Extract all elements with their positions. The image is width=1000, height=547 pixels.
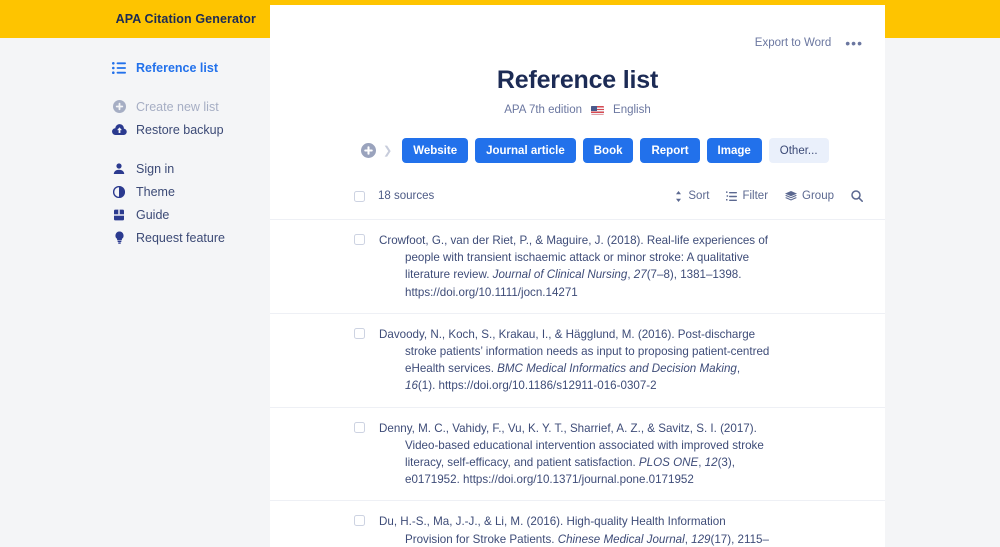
- reference-row[interactable]: Du, H.-S., Ma, J.-J., & Li, M. (2016). H…: [270, 500, 885, 547]
- add-source-icon[interactable]: [360, 142, 377, 159]
- sidebar-item-restore-backup[interactable]: Restore backup: [0, 118, 270, 141]
- sources-count-label: 18 sources: [378, 190, 435, 202]
- reference-list: Crowfoot, G., van der Riet, P., & Maguir…: [270, 219, 885, 547]
- source-type-journal-article-button[interactable]: Journal article: [475, 138, 576, 163]
- cloud-upload-icon: [111, 122, 127, 138]
- chevron-right-icon: ❯: [383, 145, 393, 157]
- reference-row[interactable]: Davoody, N., Koch, S., Krakau, I., & Häg…: [270, 312, 885, 407]
- select-all-checkbox[interactable]: [354, 190, 365, 202]
- sort-label: Sort: [688, 190, 710, 202]
- reference-row[interactable]: Crowfoot, G., van der Riet, P., & Maguir…: [270, 219, 885, 313]
- sidebar-item-reference-list[interactable]: Reference list: [0, 56, 270, 79]
- language-label: English: [613, 104, 651, 116]
- card-header: Export to Word •••: [270, 5, 885, 50]
- list-toolbar: 18 sources Sort Filter Group: [270, 183, 885, 209]
- page-subtitle: APA 7th edition English: [270, 104, 885, 116]
- source-type-report-button[interactable]: Report: [640, 138, 700, 163]
- brand-title: APA Citation Generator: [115, 12, 256, 26]
- sidebar-item-create-new-list[interactable]: Create new list: [0, 95, 270, 118]
- reference-checkbox[interactable]: [354, 234, 365, 245]
- reference-checkbox[interactable]: [354, 421, 365, 433]
- sidebar-item-label: Reference list: [136, 60, 218, 75]
- sidebar: Reference list Create new list Restore b…: [0, 38, 270, 547]
- contrast-icon: [111, 184, 127, 200]
- group-icon: [785, 190, 798, 202]
- sidebar-item-guide[interactable]: Guide: [0, 203, 270, 226]
- sidebar-group-account: Sign in Theme Guide Request feature: [0, 157, 270, 249]
- card-actions: Export to Word •••: [755, 36, 863, 50]
- group-button[interactable]: Group: [785, 190, 834, 202]
- reference-checkbox[interactable]: [354, 327, 365, 339]
- sort-icon: [674, 190, 683, 202]
- sidebar-item-label: Theme: [136, 184, 175, 199]
- lightbulb-icon: [111, 230, 127, 246]
- filter-button[interactable]: Filter: [726, 190, 768, 202]
- reference-text: Du, H.-S., Ma, J.-J., & Li, M. (2016). H…: [379, 515, 769, 546]
- sidebar-item-request-feature[interactable]: Request feature: [0, 226, 270, 249]
- sidebar-item-label: Create new list: [136, 99, 219, 114]
- user-icon: [111, 161, 127, 177]
- source-type-toolbar: ❯ Website Journal article Book Report Im…: [270, 138, 885, 163]
- reference-text: Crowfoot, G., van der Riet, P., & Maguir…: [379, 234, 768, 299]
- source-type-book-button[interactable]: Book: [582, 138, 634, 163]
- plus-circle-icon: [111, 99, 127, 115]
- search-button[interactable]: [851, 190, 863, 202]
- sidebar-item-sign-in[interactable]: Sign in: [0, 157, 270, 180]
- sidebar-item-label: Request feature: [136, 230, 225, 245]
- reference-list-card: Export to Word ••• Reference list APA 7t…: [270, 5, 885, 547]
- book-icon: [111, 207, 127, 223]
- sidebar-group-list-actions: Create new list Restore backup: [0, 95, 270, 141]
- reference-checkbox[interactable]: [354, 515, 365, 527]
- reference-text: Denny, M. C., Vahidy, F., Vu, K. Y. T., …: [379, 421, 764, 487]
- sidebar-group-primary: Reference list: [0, 56, 270, 79]
- list-icon: [111, 60, 127, 76]
- group-label: Group: [802, 190, 834, 202]
- sidebar-item-label: Restore backup: [136, 122, 224, 137]
- citation-style-label: APA 7th edition: [504, 104, 583, 116]
- export-to-word-button[interactable]: Export to Word: [755, 37, 832, 49]
- sidebar-item-label: Guide: [136, 207, 170, 222]
- filter-label: Filter: [742, 190, 769, 202]
- sidebar-item-label: Sign in: [136, 161, 175, 176]
- filter-icon: [726, 190, 738, 202]
- us-flag-icon: [591, 105, 605, 115]
- sidebar-item-theme[interactable]: Theme: [0, 180, 270, 203]
- source-type-image-button[interactable]: Image: [706, 138, 762, 163]
- more-options-icon[interactable]: •••: [845, 36, 863, 50]
- reference-text: Davoody, N., Koch, S., Krakau, I., & Häg…: [379, 327, 770, 393]
- list-tools: Sort Filter Group: [674, 190, 863, 202]
- source-type-website-button[interactable]: Website: [402, 138, 469, 163]
- search-icon: [851, 190, 863, 202]
- source-type-other-button[interactable]: Other...: [768, 138, 829, 163]
- sort-button[interactable]: Sort: [674, 190, 709, 202]
- page-title: Reference list: [496, 66, 659, 94]
- reference-row[interactable]: Denny, M. C., Vahidy, F., Vu, K. Y. T., …: [270, 406, 885, 501]
